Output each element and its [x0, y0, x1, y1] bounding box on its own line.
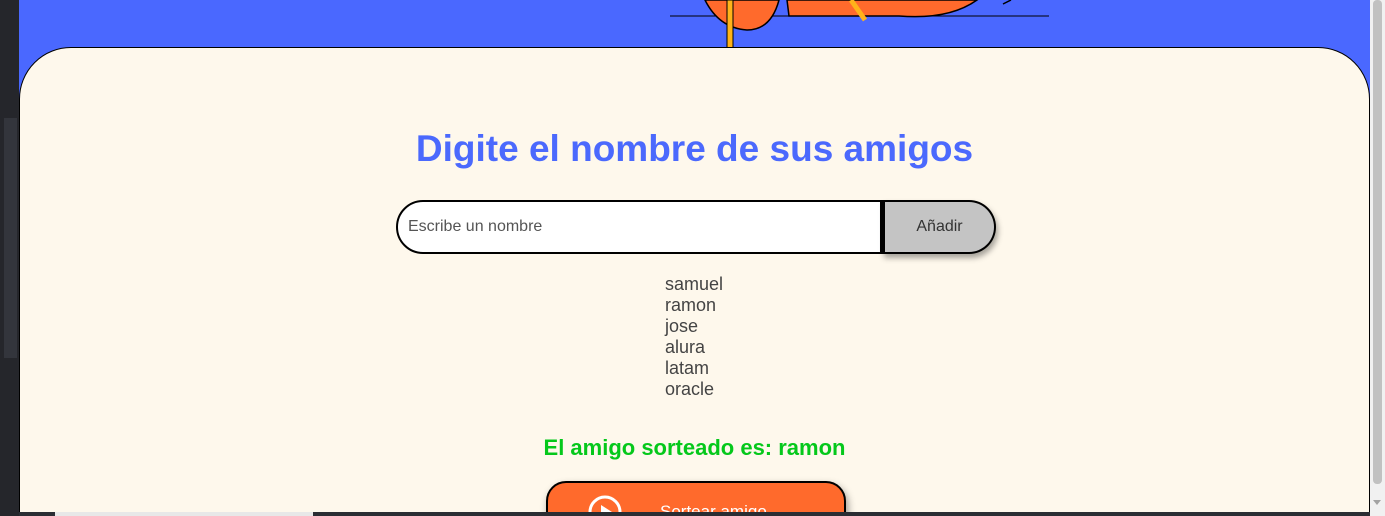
hero-illustration	[670, 0, 1049, 50]
vertical-scrollbar[interactable]	[1370, 0, 1385, 516]
draw-result: El amigo sorteado es: ramon	[543, 435, 846, 460]
list-item: ramon	[665, 295, 717, 315]
scrollbar-thumb[interactable]	[1373, 0, 1382, 484]
draw-button-label: Sortear amigo	[660, 502, 767, 512]
main-card: Digite el nombre de sus amigos Añadir sa…	[19, 47, 1370, 512]
list-item: oracle	[665, 379, 715, 399]
page: Digite el nombre de sus amigos Añadir sa…	[19, 0, 1370, 512]
draw-friend-button[interactable]: Sortear amigo	[546, 481, 846, 512]
bottom-tab-segment	[55, 512, 313, 516]
list-item: jose	[665, 316, 699, 336]
add-button[interactable]: Añadir	[882, 200, 996, 254]
scroll-down-arrow-icon[interactable]	[1373, 500, 1381, 505]
play-circle-icon	[588, 495, 622, 512]
list-item: samuel	[665, 274, 724, 294]
add-friend-form: Añadir	[396, 200, 996, 254]
page-title: Digite el nombre de sus amigos	[415, 128, 974, 169]
friends-list: samuel ramon jose alura latam oracle	[665, 274, 723, 400]
list-item: alura	[665, 337, 706, 357]
browser-left-strip	[0, 0, 19, 516]
browser-left-panel	[4, 118, 17, 358]
browser-bottom-strip	[19, 512, 1370, 516]
friend-name-input[interactable]	[396, 200, 882, 254]
list-item: latam	[665, 358, 710, 378]
